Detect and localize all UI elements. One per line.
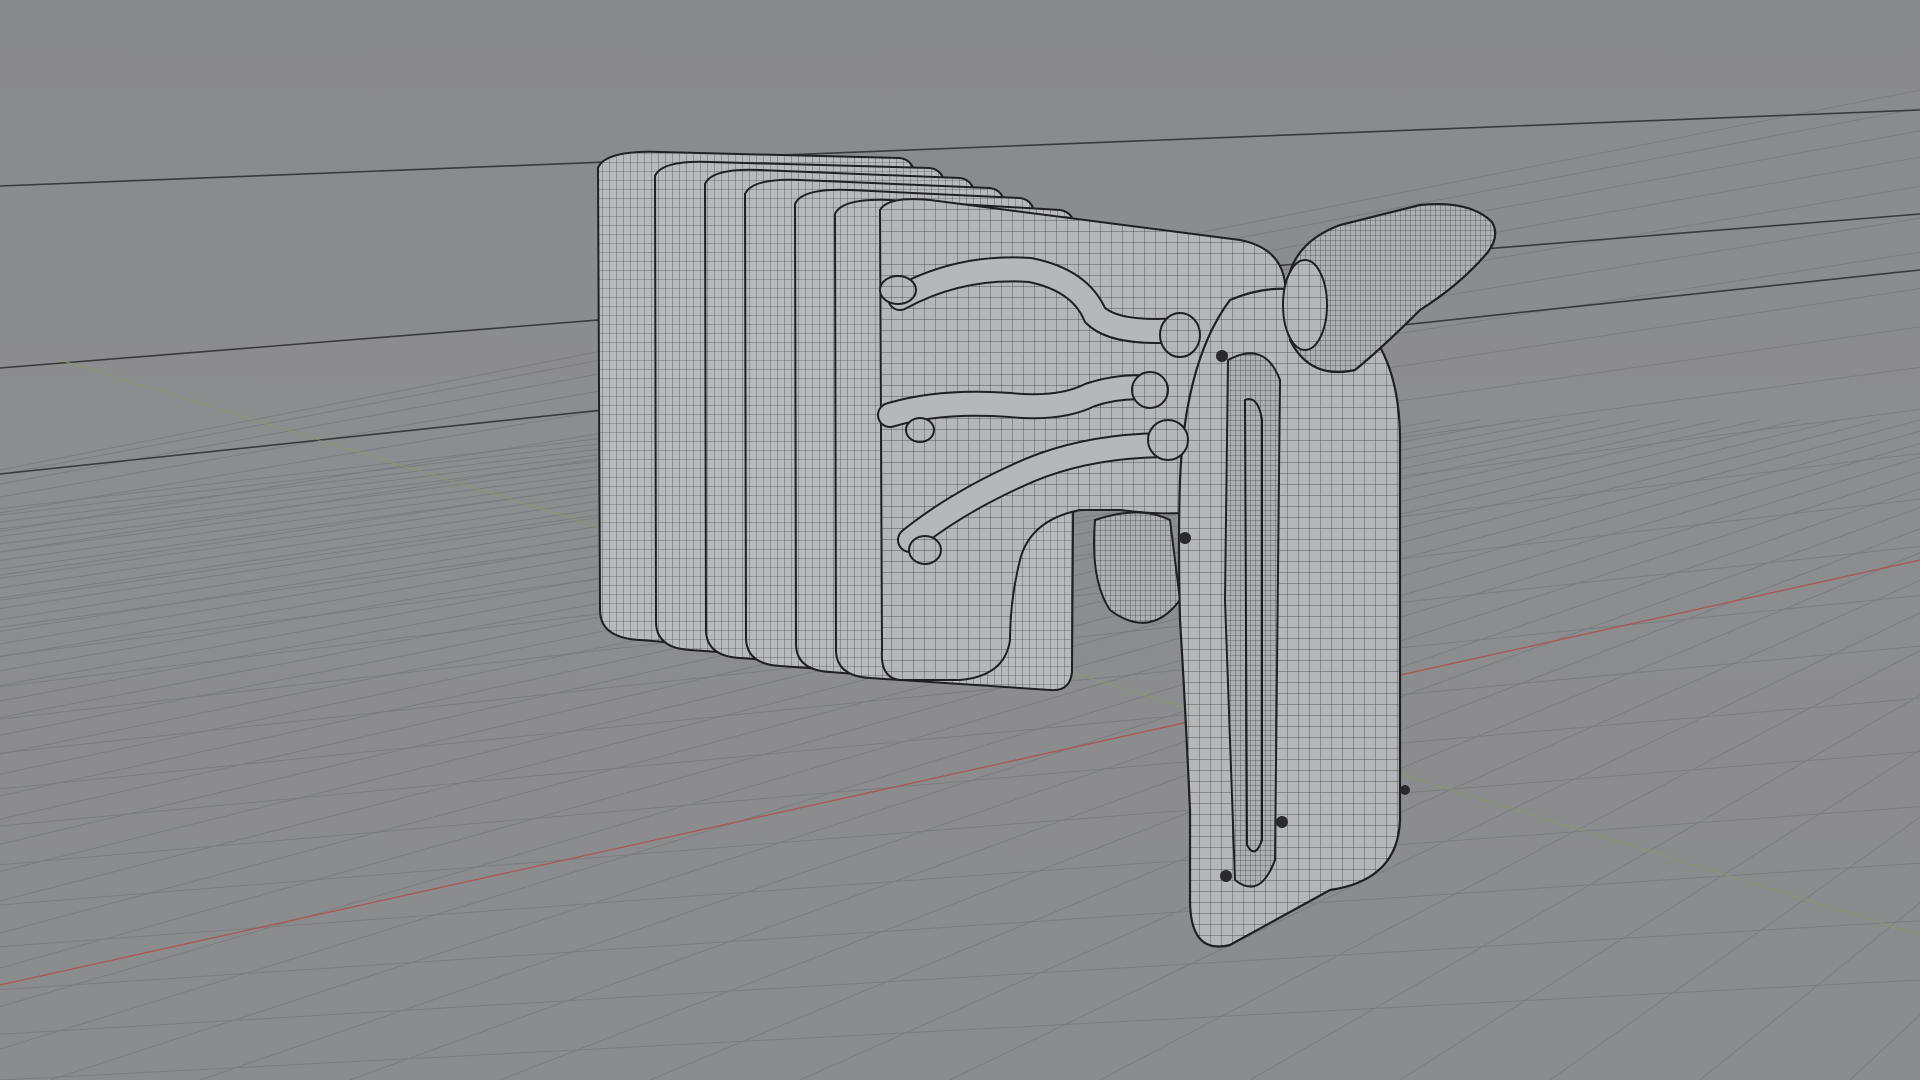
handle <box>1177 287 1402 948</box>
viewport-scene[interactable] <box>0 0 1920 1080</box>
nozzle-collar <box>1282 259 1328 351</box>
grid-line <box>0 979 1920 1080</box>
3d-viewport[interactable] <box>0 0 1920 1080</box>
grid-line <box>0 697 1920 866</box>
grid-line <box>0 920 1920 1035</box>
grid-line <box>1399 749 1920 1080</box>
trigger-guard <box>1093 511 1182 624</box>
wireframe-mesh-model[interactable] <box>596 150 1497 948</box>
grid-line <box>1699 902 1920 1080</box>
handle-inner-rail <box>1223 352 1282 888</box>
